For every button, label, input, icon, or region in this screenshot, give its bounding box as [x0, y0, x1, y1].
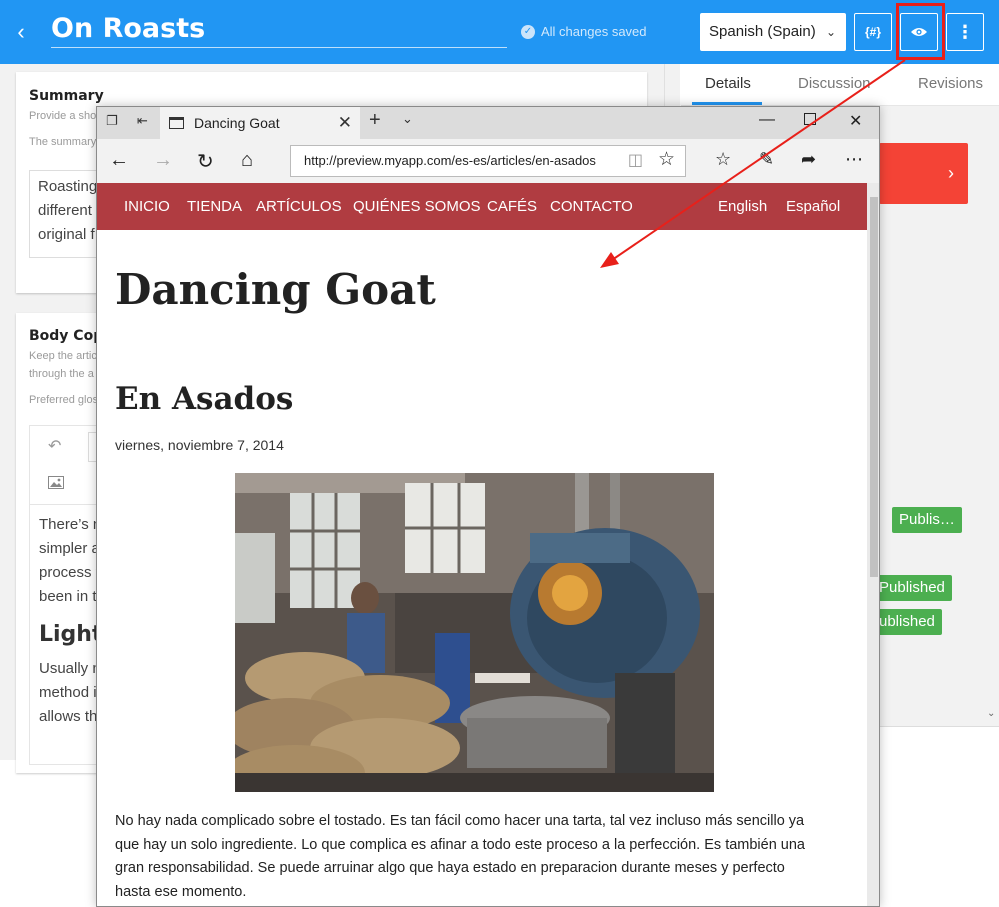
body-copy-guideline-3: Preferred glos: [29, 394, 99, 406]
image-icon[interactable]: [48, 476, 64, 494]
address-bar-url: http://preview.myapp.com/es-es/articles/…: [304, 153, 596, 168]
back-arrow-icon[interactable]: ‹: [8, 18, 34, 46]
more-icon[interactable]: ⋯: [845, 149, 863, 170]
tab-set-aside-icon[interactable]: ❐: [106, 113, 118, 129]
content-item-title: On Roasts: [51, 13, 206, 44]
undo-icon[interactable]: ↶: [48, 436, 61, 456]
site-logo-text[interactable]: Dancing Goat: [115, 265, 436, 314]
browser-tab[interactable]: Dancing Goat ✕: [160, 107, 360, 139]
nav-link-cafes[interactable]: CAFÉS: [487, 198, 537, 215]
content-item-title-field[interactable]: On Roasts: [51, 12, 507, 48]
site-navigation: INICIO TIENDA ARTÍCULOS QUIÉNES SOMOS CA…: [97, 183, 867, 230]
page-icon: [169, 117, 184, 129]
save-status-text: All changes saved: [541, 24, 647, 39]
new-tab-icon[interactable]: +: [369, 109, 381, 132]
status-badge: Published: [872, 575, 952, 601]
status-badge: Publis…: [892, 507, 962, 533]
nav-link-inicio[interactable]: INICIO: [124, 198, 170, 215]
active-tab-indicator: [692, 102, 762, 105]
scrollbar-thumb[interactable]: [870, 197, 878, 577]
lang-link-english[interactable]: English: [718, 198, 767, 215]
favorites-hub-icon[interactable]: ☆: [715, 149, 731, 170]
window-close-icon[interactable]: ✕: [849, 111, 862, 131]
article-line: que hay un solo ingrediente. Lo que comp…: [115, 836, 805, 853]
summary-guideline-2: The summary: [29, 136, 97, 148]
nav-link-tienda[interactable]: TIENDA: [187, 198, 242, 215]
sidebar-scrollbar[interactable]: ⌄: [985, 106, 999, 726]
preview-browser-window: ❐ ⇤ Dancing Goat ✕ + ⌄ — ✕ ← → ↻ ⌂ http:…: [96, 106, 880, 907]
article-body: No hay nada complicado sobre el tostado.…: [115, 810, 835, 904]
status-badge: ublished: [872, 609, 942, 635]
workflow-action-button[interactable]: ›: [879, 143, 968, 204]
back-icon[interactable]: ←: [109, 149, 129, 172]
browser-navigation-bar: ← → ↻ ⌂ http://preview.myapp.com/es-es/a…: [97, 139, 879, 183]
chevron-down-icon[interactable]: ⌄: [402, 111, 413, 127]
cms-header: ‹ On Roasts ✓ All changes saved Spanish …: [0, 0, 999, 64]
web-note-icon[interactable]: ✎: [759, 149, 774, 170]
article-line: gran responsabilidad. Se puede arruinar …: [115, 860, 785, 876]
browser-tab-title: Dancing Goat: [194, 115, 280, 131]
language-selector-value: Spanish (Spain): [709, 23, 816, 40]
forward-icon[interactable]: →: [153, 149, 173, 172]
body-copy-guideline-1: Keep the artic: [29, 350, 97, 362]
code-name-button[interactable]: {#}: [854, 13, 892, 51]
scroll-down-icon[interactable]: ⌄: [987, 708, 995, 719]
chevron-down-icon: ⌄: [825, 25, 836, 39]
tab-revisions[interactable]: Revisions: [918, 75, 983, 92]
nav-link-quienes-somos[interactable]: QUIÉNES SOMOS: [353, 198, 481, 215]
chevron-right-icon: ›: [948, 163, 954, 183]
maximize-icon[interactable]: [804, 113, 816, 125]
tab-preview-icon[interactable]: ⇤: [137, 113, 148, 129]
minimize-icon[interactable]: —: [759, 111, 775, 129]
address-bar[interactable]: http://preview.myapp.com/es-es/articles/…: [290, 145, 686, 177]
sidebar-tabs: Details Discussion Revisions: [681, 64, 999, 106]
browser-tab-bar: ❐ ⇤ Dancing Goat ✕ + ⌄ — ✕: [97, 107, 879, 139]
annotation-highlight-box: [896, 3, 945, 60]
body-copy-guideline-2: through the a: [29, 368, 94, 380]
language-selector[interactable]: Spanish (Spain) ⌄: [700, 13, 846, 51]
refresh-icon[interactable]: ↻: [197, 149, 214, 174]
page-viewport: INICIO TIENDA ARTÍCULOS QUIÉNES SOMOS CA…: [97, 183, 867, 906]
article-photo: [235, 473, 714, 792]
article-title: En Asados: [115, 381, 294, 417]
body-copy-label: Body Cop: [29, 328, 104, 344]
more-options-button[interactable]: ⋮: [946, 13, 984, 51]
nav-link-articulos[interactable]: ARTÍCULOS: [256, 198, 342, 215]
nav-link-contacto[interactable]: CONTACTO: [550, 198, 633, 215]
lang-link-espanol[interactable]: Español: [786, 198, 840, 215]
article-date: viernes, noviembre 7, 2014: [115, 437, 284, 453]
tab-details[interactable]: Details: [705, 75, 751, 92]
article-line: hasta ese momento.: [115, 883, 247, 900]
reading-view-icon[interactable]: ◫: [628, 146, 643, 176]
summary-guideline-1: Provide a sho: [29, 110, 97, 122]
coffee-roaster-photo: [235, 473, 714, 792]
check-circle-icon: ✓: [521, 24, 535, 39]
tab-discussion[interactable]: Discussion: [798, 75, 871, 92]
share-icon[interactable]: ➦: [801, 149, 816, 170]
vertical-dots-icon: ⋮: [956, 22, 974, 42]
page-scrollbar[interactable]: [867, 183, 879, 906]
save-status: ✓ All changes saved: [521, 24, 647, 39]
favorite-star-icon[interactable]: ☆: [658, 145, 675, 175]
home-icon[interactable]: ⌂: [241, 149, 253, 172]
close-icon[interactable]: ✕: [338, 107, 352, 139]
summary-label: Summary: [29, 88, 104, 104]
article-line: No hay nada complicado sobre el tostado.…: [115, 813, 805, 829]
